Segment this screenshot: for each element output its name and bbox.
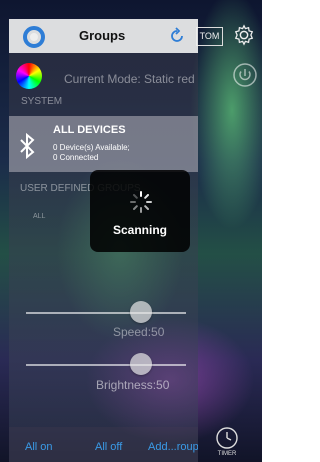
devices-connected-text: 0 Connected <box>53 153 99 162</box>
brightness-label: Brightness:50 <box>96 378 170 392</box>
all-off-button[interactable]: All off <box>95 441 122 453</box>
drawer-title: Groups <box>79 28 126 43</box>
power-icon[interactable] <box>232 62 258 88</box>
drawer-header: Groups <box>9 19 198 53</box>
app-logo-icon <box>23 26 45 48</box>
screen: TOM TIMER Groups Current Mode: Static re… <box>0 0 262 462</box>
devices-available-text: 0 Device(s) Available; <box>53 143 130 152</box>
brightness-slider-thumb[interactable] <box>130 353 152 375</box>
group-small-label: ALL <box>33 213 46 220</box>
speed-slider-track[interactable] <box>26 312 186 314</box>
bluetooth-icon <box>20 133 35 159</box>
spinner-icon <box>130 191 152 213</box>
timer-label: TIMER <box>217 451 237 457</box>
speed-slider-thumb[interactable] <box>130 301 152 323</box>
all-devices-row[interactable]: ALL DEVICES 0 Device(s) Available; 0 Con… <box>9 116 198 172</box>
refresh-icon[interactable] <box>167 26 187 46</box>
all-on-button[interactable]: All on <box>25 441 53 453</box>
current-mode-text: Current Mode: Static red <box>64 72 195 86</box>
all-devices-title: ALL DEVICES <box>53 124 126 136</box>
scanning-text: Scanning <box>112 223 167 237</box>
system-section-label: SYSTEM <box>21 96 63 107</box>
speed-label: Speed:50 <box>113 325 165 339</box>
color-wheel-icon <box>16 63 42 89</box>
custom-mode-button[interactable]: TOM <box>196 27 223 46</box>
scanning-hud: Scanning <box>90 170 190 252</box>
gear-icon[interactable] <box>233 24 255 46</box>
brightness-slider-track[interactable] <box>26 364 186 366</box>
add-group-button[interactable]: Add...roup <box>148 441 198 453</box>
